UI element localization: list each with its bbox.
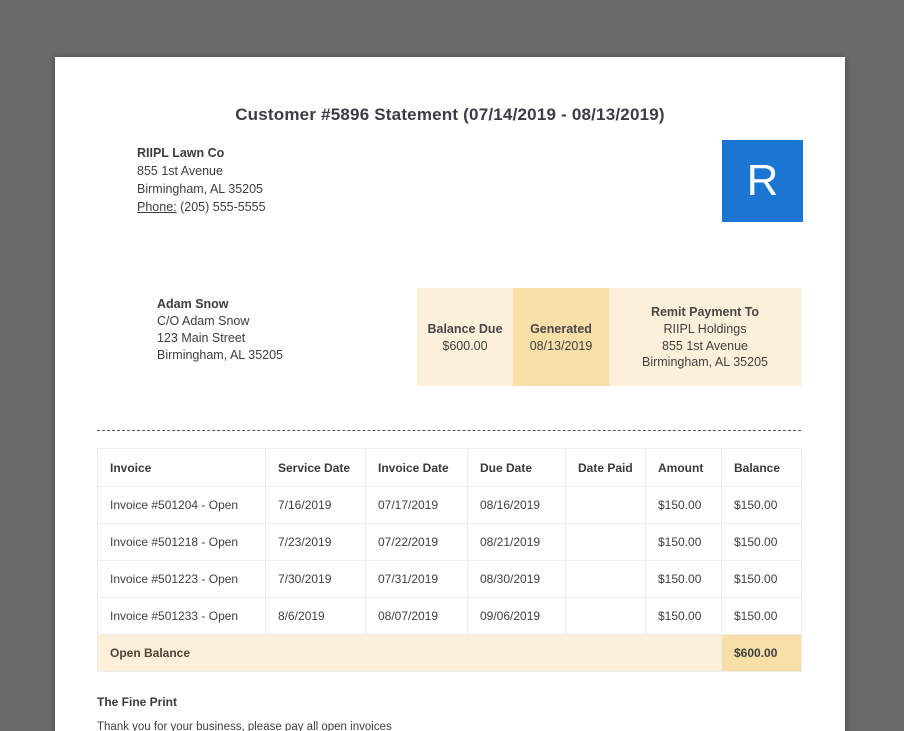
cell-date-paid: [565, 597, 646, 635]
column-header-invoice-date: Invoice Date: [365, 448, 468, 487]
statement-title: Customer #5896 Statement (07/14/2019 - 0…: [235, 105, 665, 124]
summary-panel: Balance Due $600.00 Generated 08/13/2019…: [417, 288, 801, 386]
remit-address-line2: Birmingham, AL 35205: [641, 355, 768, 369]
invoice-row: Invoice #501218 - Open 7/23/2019 07/22/2…: [97, 523, 802, 561]
cell-balance: $150.00: [721, 523, 802, 561]
logo-letter: R: [746, 156, 779, 205]
company-logo: R: [722, 140, 803, 222]
cell-service-date: 7/16/2019: [265, 486, 366, 524]
cell-due-date: 08/30/2019: [467, 560, 566, 598]
cell-amount: $150.00: [645, 560, 722, 598]
cell-due-date: 09/06/2019: [467, 597, 566, 635]
column-header-invoice: Invoice: [97, 448, 266, 487]
document-page: Customer #5896 Statement (07/14/2019 - 0…: [55, 57, 845, 731]
cell-date-paid: [565, 560, 646, 598]
phone-label: Phone:: [137, 200, 177, 214]
company-info: RIIPL Lawn Co 855 1st Avenue Birmingham,…: [137, 144, 266, 216]
cell-amount: $150.00: [645, 486, 722, 524]
cell-invoice-date: 07/31/2019: [365, 560, 468, 598]
customer-address-line1: 123 Main Street: [157, 331, 246, 345]
cell-due-date: 08/16/2019: [467, 486, 566, 524]
company-phone: Phone: (205) 555-5555: [137, 198, 266, 216]
cell-amount: $150.00: [645, 597, 722, 635]
cell-service-date: 7/30/2019: [265, 560, 366, 598]
generated-value: 08/13/2019: [529, 338, 593, 353]
balance-due-box: Balance Due $600.00: [417, 288, 513, 386]
fine-print-heading: The Fine Print: [97, 695, 178, 709]
column-header-amount: Amount: [645, 448, 722, 487]
column-header-due-date: Due Date: [467, 448, 566, 487]
open-balance-row: Open Balance $600.00: [97, 634, 802, 672]
phone-number: (205) 555-5555: [180, 200, 266, 214]
invoice-row: Invoice #501223 - Open 7/30/2019 07/31/2…: [97, 560, 802, 598]
viewer-background: { "statement": { "title": "Customer #589…: [0, 0, 904, 731]
company-address-line1: 855 1st Avenue: [137, 164, 223, 178]
company-name: RIIPL Lawn Co: [137, 146, 225, 160]
open-balance-label: Open Balance: [97, 634, 722, 672]
company-address-line2: Birmingham, AL 35205: [137, 182, 264, 196]
cell-service-date: 7/23/2019: [265, 523, 366, 561]
cell-service-date: 8/6/2019: [265, 597, 366, 635]
cell-balance: $150.00: [721, 597, 802, 635]
column-header-balance: Balance: [721, 448, 802, 487]
open-balance-value: $600.00: [721, 634, 802, 672]
column-header-date-paid: Date Paid: [565, 448, 646, 487]
invoice-table: Invoice Service Date Invoice Date Due Da…: [97, 448, 802, 672]
customer-address-line2: Birmingham, AL 35205: [157, 348, 284, 362]
cell-invoice-date: 07/17/2019: [365, 486, 468, 524]
generated-box: Generated 08/13/2019: [513, 288, 609, 386]
cell-invoice: Invoice #501223 - Open: [97, 560, 266, 598]
invoice-row: Invoice #501204 - Open 7/16/2019 07/17/2…: [97, 486, 802, 524]
remit-box: Remit Payment To RIIPL Holdings 855 1st …: [609, 288, 801, 386]
cell-date-paid: [565, 486, 646, 524]
cell-due-date: 08/21/2019: [467, 523, 566, 561]
cell-invoice: Invoice #501204 - Open: [97, 486, 266, 524]
cell-amount: $150.00: [645, 523, 722, 561]
fine-print-text: Thank you for your business, please pay …: [97, 721, 392, 731]
remit-label: Remit Payment To: [650, 304, 760, 319]
generated-label: Generated: [530, 321, 592, 336]
cell-invoice: Invoice #501218 - Open: [97, 523, 266, 561]
cell-date-paid: [565, 523, 646, 561]
cell-balance: $150.00: [721, 486, 802, 524]
cell-invoice-date: 07/22/2019: [365, 523, 468, 561]
balance-due-value: $600.00: [442, 338, 488, 353]
cell-invoice-date: 08/07/2019: [365, 597, 468, 635]
remit-address-line1: 855 1st Avenue: [662, 338, 748, 353]
cell-invoice: Invoice #501233 - Open: [97, 597, 266, 635]
balance-due-label: Balance Due: [427, 321, 503, 336]
column-header-service-date: Service Date: [265, 448, 366, 487]
invoice-row: Invoice #501233 - Open 8/6/2019 08/07/20…: [97, 597, 802, 635]
customer-name: Adam Snow: [157, 297, 229, 311]
remit-name: RIIPL Holdings: [663, 322, 747, 336]
dashed-divider: [97, 430, 801, 431]
customer-care-of: C/O Adam Snow: [157, 314, 250, 328]
table-header-row: Invoice Service Date Invoice Date Due Da…: [97, 448, 802, 487]
cell-balance: $150.00: [721, 560, 802, 598]
customer-info: Adam Snow C/O Adam Snow 123 Main Street …: [157, 296, 283, 364]
